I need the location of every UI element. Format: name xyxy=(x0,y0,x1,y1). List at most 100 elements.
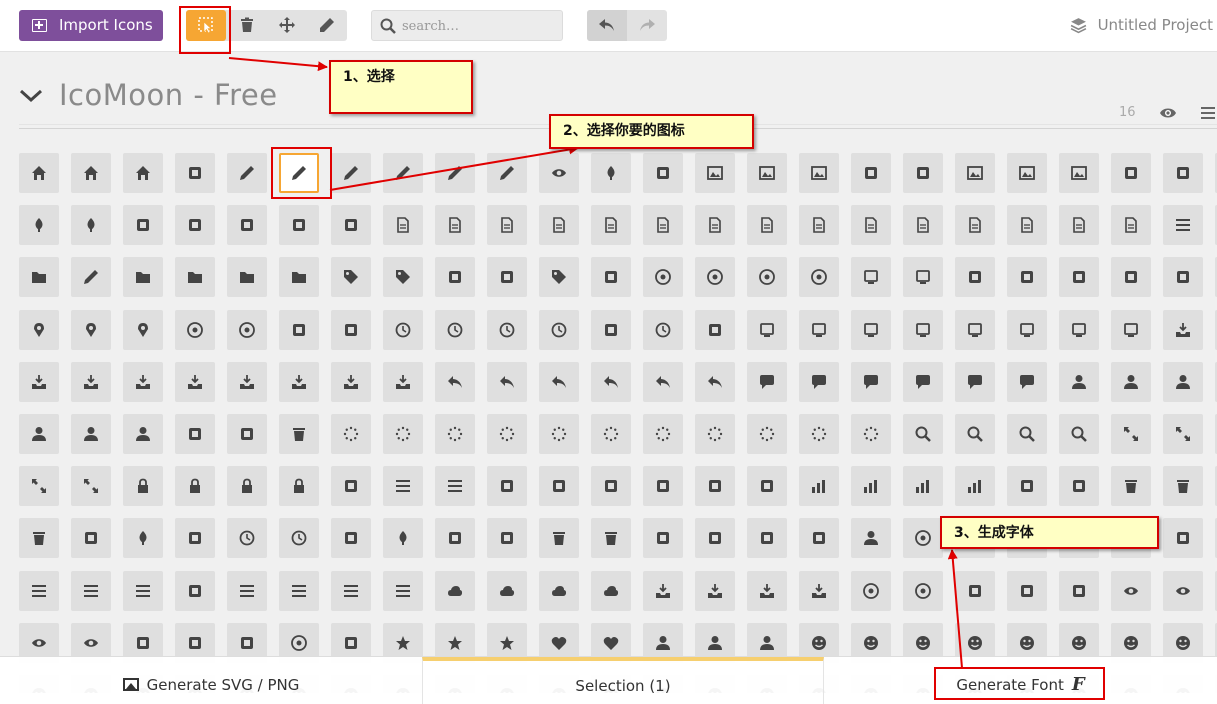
redo-icon[interactable] xyxy=(639,17,655,33)
icon-cell-droplet[interactable] xyxy=(591,153,631,193)
icon-cell-download2[interactable] xyxy=(643,571,683,611)
chevron-down-icon[interactable] xyxy=(19,88,43,104)
icon-cell-history[interactable] xyxy=(383,310,423,350)
icon-cell-coin-euro[interactable] xyxy=(695,257,735,297)
icon-cell-profile[interactable] xyxy=(591,205,631,245)
icon-cell-reply[interactable] xyxy=(695,362,735,402)
icon-cell-airplane[interactable] xyxy=(695,518,735,558)
icon-cell-trophy[interactable] xyxy=(1007,466,1047,506)
icon-cell-file-text[interactable] xyxy=(539,205,579,245)
icon-cell-bubbles2[interactable] xyxy=(851,362,891,402)
icon-cell-pushpin[interactable] xyxy=(19,310,59,350)
icon-cell-database[interactable] xyxy=(383,362,423,402)
icon-cell-qrcode[interactable] xyxy=(487,257,527,297)
icon-cell-folder-minus[interactable] xyxy=(175,257,215,297)
edit-tool-button[interactable] xyxy=(307,10,347,41)
icon-cell-lock[interactable] xyxy=(227,466,267,506)
delete-tool-button[interactable] xyxy=(227,10,267,41)
icon-cell-drawer[interactable] xyxy=(1163,310,1203,350)
icon-cell-users[interactable] xyxy=(1111,362,1151,402)
icon-cell-link[interactable] xyxy=(955,571,995,611)
icon-cell-bin[interactable] xyxy=(539,518,579,558)
icon-cell-file-picture[interactable] xyxy=(799,205,839,245)
icon-cell-drawer2[interactable] xyxy=(19,362,59,402)
icon-cell-menu3[interactable] xyxy=(331,571,371,611)
icon-cell-podcast[interactable] xyxy=(227,205,267,245)
icon-cell-clubs[interactable] xyxy=(19,205,59,245)
icon-cell-stats-bars[interactable] xyxy=(903,466,943,506)
icon-cell-stack[interactable] xyxy=(1163,205,1203,245)
icon-cell-quotes-right[interactable] xyxy=(227,414,267,454)
icon-cell-cloud[interactable] xyxy=(435,571,475,611)
icon-cell-compass[interactable] xyxy=(175,310,215,350)
icon-cell-eye-plus[interactable] xyxy=(1163,571,1203,611)
icon-cell-mobile2[interactable] xyxy=(1007,310,1047,350)
icon-cell-undo2[interactable] xyxy=(539,362,579,402)
icon-cell-box-add[interactable] xyxy=(71,362,111,402)
icon-cell-enlarge2[interactable] xyxy=(19,466,59,506)
icon-cell-bubble[interactable] xyxy=(747,362,787,402)
icon-cell-redo2[interactable] xyxy=(591,362,631,402)
icon-cell-cog[interactable] xyxy=(487,466,527,506)
icon-cell-list-numbered[interactable] xyxy=(19,571,59,611)
icon-cell-hammer[interactable] xyxy=(591,466,631,506)
icon-cell-file-zip[interactable] xyxy=(1007,205,1047,245)
icon-cell-bubbles3[interactable] xyxy=(955,362,995,402)
icon-cell-office[interactable] xyxy=(175,153,215,193)
icon-cell-file-music[interactable] xyxy=(851,205,891,245)
icon-cell-road[interactable] xyxy=(799,518,839,558)
icon-cell-bullhorn[interactable] xyxy=(123,205,163,245)
icon-cell-address-book[interactable] xyxy=(1111,257,1151,297)
icon-cell-target[interactable] xyxy=(903,518,943,558)
icon-cell-stats-dots[interactable] xyxy=(851,466,891,506)
icon-cell-meter2[interactable] xyxy=(279,518,319,558)
icon-cell-eye[interactable] xyxy=(1111,571,1151,611)
icon-cell-headphones[interactable] xyxy=(851,153,891,193)
icon-cell-copy[interactable] xyxy=(1059,205,1099,245)
icon-cell-folder[interactable] xyxy=(19,257,59,297)
icon-cell-user-tie[interactable] xyxy=(123,414,163,454)
icon-cell-clock2[interactable] xyxy=(487,310,527,350)
icon-cell-download3[interactable] xyxy=(747,571,787,611)
icon-cell-shrink[interactable] xyxy=(1163,414,1203,454)
icon-cell-coin-yen[interactable] xyxy=(799,257,839,297)
icon-cell-wrench[interactable] xyxy=(331,466,371,506)
icon-cell-user-plus[interactable] xyxy=(1163,362,1203,402)
icon-cell-list[interactable] xyxy=(71,571,111,611)
icon-cell-file-video[interactable] xyxy=(955,205,995,245)
icon-cell-spinner2[interactable] xyxy=(383,414,423,454)
icon-cell-file-text2[interactable] xyxy=(747,205,787,245)
icon-cell-price-tag[interactable] xyxy=(331,257,371,297)
icon-cell-cloud-check[interactable] xyxy=(591,571,631,611)
icon-cell-newspaper[interactable] xyxy=(227,153,267,193)
icon-cell-map2[interactable] xyxy=(331,310,371,350)
icon-cell-spinner[interactable] xyxy=(331,414,371,454)
icon-cell-folder-download[interactable] xyxy=(227,257,267,297)
selection-tab[interactable]: Selection (1) xyxy=(422,657,824,704)
icon-cell-connection[interactable] xyxy=(175,205,215,245)
icon-cell-folder-upload[interactable] xyxy=(279,257,319,297)
icon-cell-glass2[interactable] xyxy=(1163,466,1203,506)
icon-cell-magic-wand[interactable] xyxy=(643,466,683,506)
icon-cell-upload3[interactable] xyxy=(799,571,839,611)
icon-cell-stopwatch[interactable] xyxy=(643,310,683,350)
icon-cell-library[interactable] xyxy=(487,205,527,245)
icon-cell-home3[interactable] xyxy=(123,153,163,193)
eye-icon[interactable] xyxy=(1159,106,1177,120)
icon-cell-bin2[interactable] xyxy=(591,518,631,558)
icon-cell-lifebuoy[interactable] xyxy=(955,257,995,297)
icon-cell-books[interactable] xyxy=(435,205,475,245)
icon-cell-mug[interactable] xyxy=(19,518,59,558)
icon-cell-user[interactable] xyxy=(1059,362,1099,402)
icon-cell-cloud-upload[interactable] xyxy=(539,571,579,611)
icon-cell-envelop[interactable] xyxy=(1163,257,1203,297)
icon-cell-spinner6[interactable] xyxy=(591,414,631,454)
icon-cell-menu2[interactable] xyxy=(279,571,319,611)
icon-cell-phone-hang-up[interactable] xyxy=(1059,257,1099,297)
icon-cell-key2[interactable] xyxy=(175,466,215,506)
icon-cell-stats-bars2[interactable] xyxy=(955,466,995,506)
icon-cell-mobile[interactable] xyxy=(955,310,995,350)
icon-cell-spoon-knife[interactable] xyxy=(71,518,111,558)
icon-cell-flag[interactable] xyxy=(1007,571,1047,611)
icon-cell-box-remove[interactable] xyxy=(123,362,163,402)
